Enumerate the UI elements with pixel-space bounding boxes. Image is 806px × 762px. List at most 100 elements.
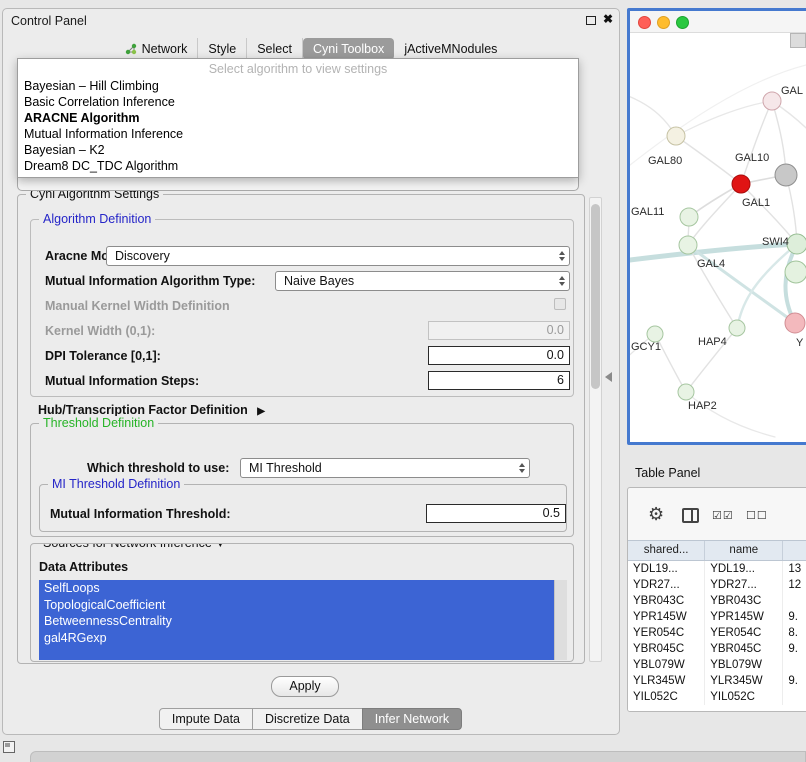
network-node[interactable] — [679, 236, 697, 254]
which-threshold-label: Which threshold to use: — [87, 461, 229, 475]
scrollbar-thumb[interactable] — [591, 204, 600, 389]
manual-kernel-width-checkbox[interactable] — [554, 298, 566, 310]
network-node[interactable] — [678, 384, 694, 400]
table-row[interactable]: YLR345W YLR345W 9. — [628, 673, 806, 689]
panel-splitter-arrow[interactable] — [605, 372, 612, 382]
mi-algorithm-type-select[interactable]: Naive Bayes — [275, 271, 570, 291]
list-item-selected[interactable]: SelfLoops — [39, 580, 554, 597]
aracne-mode-select[interactable]: Discovery — [106, 246, 570, 266]
dropdown-option[interactable]: Bayesian – K2 — [18, 142, 578, 158]
gear-icon[interactable]: ⚙ — [648, 504, 664, 525]
dropdown-option[interactable]: Bayesian – Hill Climbing — [18, 78, 578, 94]
table-row[interactable]: YER054C YER054C 8. — [628, 625, 806, 641]
table-row[interactable]: YIL052C YIL052C — [628, 689, 806, 705]
tab-impute-data[interactable]: Impute Data — [159, 708, 253, 730]
tab-infer-network[interactable]: Infer Network — [362, 708, 462, 730]
dropdown-option-selected[interactable]: ARACNE Algorithm — [18, 110, 578, 126]
columns-icon[interactable] — [682, 508, 699, 523]
select-all-rows-icon[interactable]: ☑☑ — [712, 509, 734, 522]
tab-cyni-toolbox[interactable]: Cyni Toolbox — [303, 38, 394, 60]
table-cell: YIL052C — [705, 689, 783, 705]
table-cell: YBR045C — [628, 641, 705, 657]
network-node[interactable] — [763, 92, 781, 110]
close-icon[interactable]: ✖ — [603, 12, 613, 26]
column-header-partial[interactable] — [783, 541, 806, 560]
network-node-pink[interactable] — [785, 313, 805, 333]
expander-collapsed-icon: ▶ — [257, 406, 265, 417]
table-row[interactable]: YBL079W YBL079W — [628, 657, 806, 673]
hub-definition-expander[interactable]: Hub/Transcription Factor Definition ▶ — [38, 403, 265, 417]
mi-threshold-input[interactable]: 0.5 — [426, 504, 566, 523]
table-row[interactable]: YBR043C YBR043C — [628, 593, 806, 609]
mi-steps-input[interactable]: 6 — [428, 371, 570, 390]
table-panel-title: Table Panel — [635, 466, 700, 480]
table-cell: YDL19... — [628, 561, 705, 577]
dropdown-option[interactable]: Mutual Information Inference — [18, 126, 578, 142]
sources-expander[interactable]: Sources for Network Inference ▼ — [39, 543, 229, 550]
network-canvas[interactable]: GAL GAL80 GAL10 GAL11 GAL1 SWI4 GAL4 GCY… — [630, 33, 806, 442]
tab-select[interactable]: Select — [247, 38, 303, 60]
network-node[interactable] — [785, 261, 806, 283]
table-cell: 9. — [783, 641, 806, 657]
table-cell: YPR145W — [705, 609, 783, 625]
tab-label: Cyni Toolbox — [313, 42, 384, 56]
table-panel: ⚙ ☑☑ ☐☐ shared... name YDL19... YDL19...… — [627, 487, 806, 712]
column-header-name[interactable]: name — [705, 541, 783, 560]
restore-panel-icon[interactable] — [3, 741, 15, 753]
kernel-width-input: 0.0 — [428, 321, 570, 340]
column-header-shared[interactable]: shared... — [628, 541, 705, 560]
table-cell — [783, 657, 806, 673]
canvas-corner-widget[interactable] — [790, 33, 806, 48]
tab-jactivemnodules[interactable]: jActiveMNodules — [394, 38, 507, 60]
dpi-tolerance-input[interactable]: 0.0 — [428, 346, 570, 365]
table-cell: YBR043C — [705, 593, 783, 609]
apply-button[interactable]: Apply — [271, 676, 339, 697]
table-cell: YLR345W — [705, 673, 783, 689]
tab-network[interactable]: Network — [115, 38, 199, 60]
network-node[interactable] — [729, 320, 745, 336]
selected-value: Naive Bayes — [284, 274, 354, 288]
data-attributes-list: SelfLoops TopologicalCoefficient Between… — [39, 580, 567, 660]
list-item-partial[interactable] — [39, 646, 554, 660]
network-node[interactable] — [667, 127, 685, 145]
table-cell: YLR345W — [628, 673, 705, 689]
expander-label: Hub/Transcription Factor Definition — [38, 403, 248, 417]
table-row[interactable]: YDR27... YDR27... 12 — [628, 577, 806, 593]
tab-label: jActiveMNodules — [404, 42, 497, 56]
network-node-red[interactable] — [732, 175, 750, 193]
tab-label: Style — [208, 42, 236, 56]
list-item-selected[interactable]: gal4RGexp — [39, 630, 554, 647]
network-node[interactable] — [775, 164, 797, 186]
minimize-button[interactable] — [657, 16, 670, 29]
mi-type-label: Mutual Information Algorithm Type: — [45, 274, 255, 288]
table-row[interactable]: YPR145W YPR145W 9. — [628, 609, 806, 625]
close-button[interactable] — [638, 16, 651, 29]
network-node[interactable] — [680, 208, 698, 226]
table-cell: YDR27... — [628, 577, 705, 593]
settings-scrollbar[interactable] — [589, 197, 602, 662]
network-node[interactable] — [787, 234, 806, 254]
which-threshold-select[interactable]: MI Threshold — [240, 458, 530, 478]
dropdown-option[interactable]: Dream8 DC_TDC Algorithm — [18, 158, 578, 174]
dropdown-option[interactable]: Basic Correlation Inference — [18, 94, 578, 110]
float-window-icon[interactable] — [586, 16, 596, 25]
table-cell: 12 — [783, 577, 806, 593]
data-attributes-label: Data Attributes — [39, 560, 128, 574]
tab-discretize-data[interactable]: Discretize Data — [252, 708, 363, 730]
list-item-selected[interactable]: TopologicalCoefficient — [39, 597, 554, 614]
combo-arrows-icon — [559, 251, 565, 261]
list-item-selected[interactable]: BetweennessCentrality — [39, 613, 554, 630]
network-node[interactable] — [647, 326, 663, 342]
tab-style[interactable]: Style — [198, 38, 247, 60]
node-label: GAL11 — [631, 206, 664, 218]
node-label: GAL1 — [742, 197, 770, 209]
list-scrollbar[interactable] — [554, 580, 567, 660]
node-label: Y — [796, 337, 803, 349]
expander-label: Sources for Network Inference — [43, 543, 212, 550]
zoom-button[interactable] — [676, 16, 689, 29]
table-row[interactable]: YBR045C YBR045C 9. — [628, 641, 806, 657]
deselect-all-rows-icon[interactable]: ☐☐ — [746, 509, 768, 522]
table-row[interactable]: YDL19... YDL19... 13 — [628, 561, 806, 577]
algorithm-definition-group: Algorithm Definition Aracne Mode: Discov… — [30, 219, 574, 397]
node-label: GAL4 — [697, 258, 725, 270]
